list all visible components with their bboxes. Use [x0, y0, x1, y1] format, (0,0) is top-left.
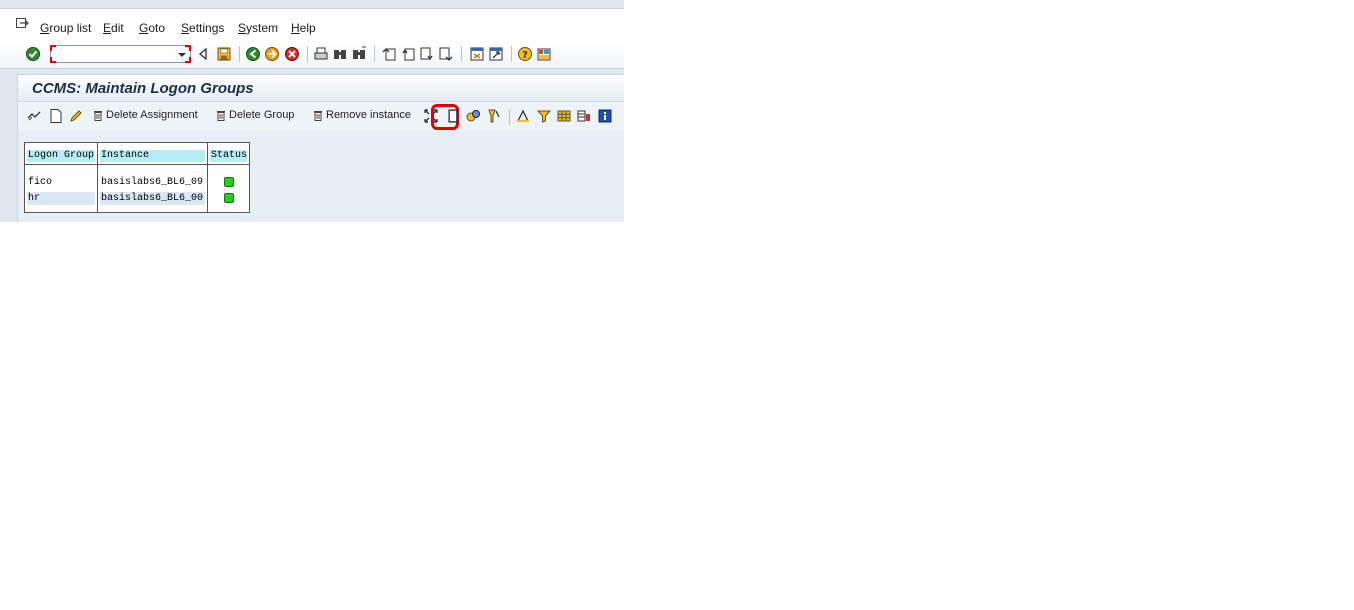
customize-layout-icon[interactable]	[536, 46, 552, 62]
menu-system[interactable]: System	[238, 21, 278, 35]
table-header-row: Logon Group Instance Status	[24, 142, 250, 165]
cell-instance[interactable]: basislabs6_BL6_09	[100, 176, 205, 189]
previous-page-icon[interactable]	[400, 46, 416, 62]
find-next-icon[interactable]	[351, 46, 367, 62]
display-change-icon[interactable]	[26, 108, 42, 124]
first-page-icon[interactable]	[381, 46, 397, 62]
create-icon[interactable]	[48, 108, 64, 124]
shortcut-icon[interactable]	[488, 46, 504, 62]
delete-group-button[interactable]: Delete Group	[216, 109, 294, 121]
title-bar: CCMS: Maintain Logon Groups	[17, 74, 624, 102]
chevron-down-icon[interactable]	[178, 53, 186, 57]
find-icon[interactable]	[332, 46, 348, 62]
menu-bar: Group list Edit Goto Settings System Hel…	[0, 8, 624, 44]
system-menu-icon[interactable]	[16, 18, 29, 29]
column-header-logon-group[interactable]: Logon Group	[27, 150, 95, 162]
command-field[interactable]	[50, 45, 191, 63]
delete-assignment-button[interactable]: Delete Assignment	[93, 109, 198, 121]
cell-instance[interactable]: basislabs6_BL6_00	[100, 192, 205, 205]
trash-icon	[94, 111, 102, 121]
table-row[interactable]: fico basislabs6_BL6_09	[24, 174, 250, 191]
save-icon[interactable]	[216, 46, 232, 62]
content-area: Logon Group Instance Status fico basisla…	[17, 131, 624, 222]
help-icon[interactable]: ?	[517, 46, 533, 62]
logon-groups-table: Logon Group Instance Status fico basisla…	[24, 142, 251, 213]
menu-settings[interactable]: Settings	[181, 21, 224, 35]
flashlight-icon[interactable]	[485, 108, 501, 124]
cell-logon-group[interactable]: fico	[27, 176, 95, 189]
trash-icon	[217, 111, 225, 121]
columns-icon[interactable]	[576, 108, 592, 124]
enter-icon[interactable]	[25, 46, 41, 62]
exit-icon[interactable]	[264, 46, 280, 62]
menu-help[interactable]: Help	[291, 21, 316, 35]
info-icon[interactable]	[597, 108, 613, 124]
system-toolbar: ?	[0, 42, 624, 69]
last-page-icon[interactable]	[438, 46, 454, 62]
select-layout-icon[interactable]	[515, 108, 531, 124]
menu-group-list[interactable]: Group list	[40, 21, 91, 35]
print-icon[interactable]	[313, 46, 329, 62]
status-green-icon	[224, 176, 234, 187]
svg-text:?: ?	[522, 50, 528, 61]
cell-logon-group[interactable]: hr	[27, 192, 95, 205]
trash-icon	[314, 111, 322, 121]
remove-instance-button[interactable]: Remove instance	[313, 109, 411, 121]
change-pencil-icon[interactable]	[68, 108, 84, 124]
next-page-icon[interactable]	[419, 46, 435, 62]
create-session-icon[interactable]	[469, 46, 485, 62]
sap-window: Group list Edit Goto Settings System Hel…	[0, 0, 624, 222]
back-icon[interactable]	[245, 46, 261, 62]
back-triangle-icon[interactable]	[195, 46, 211, 62]
grid-icon[interactable]	[556, 108, 572, 124]
menu-edit[interactable]: Edit	[103, 21, 124, 35]
status-green-icon	[224, 192, 234, 203]
filter-icon[interactable]	[536, 108, 552, 124]
cancel-icon[interactable]	[284, 46, 300, 62]
application-toolbar: Delete Assignment Delete Group Remove in…	[17, 101, 624, 132]
book-icon[interactable]	[445, 108, 461, 124]
page-title: CCMS: Maintain Logon Groups	[32, 80, 254, 97]
column-header-status[interactable]: Status	[210, 150, 248, 162]
column-header-instance[interactable]: Instance	[100, 150, 205, 162]
menu-goto[interactable]: Goto	[139, 21, 165, 35]
table-row[interactable]: hr basislabs6_BL6_00	[24, 190, 250, 207]
objects-icon[interactable]	[465, 108, 481, 124]
